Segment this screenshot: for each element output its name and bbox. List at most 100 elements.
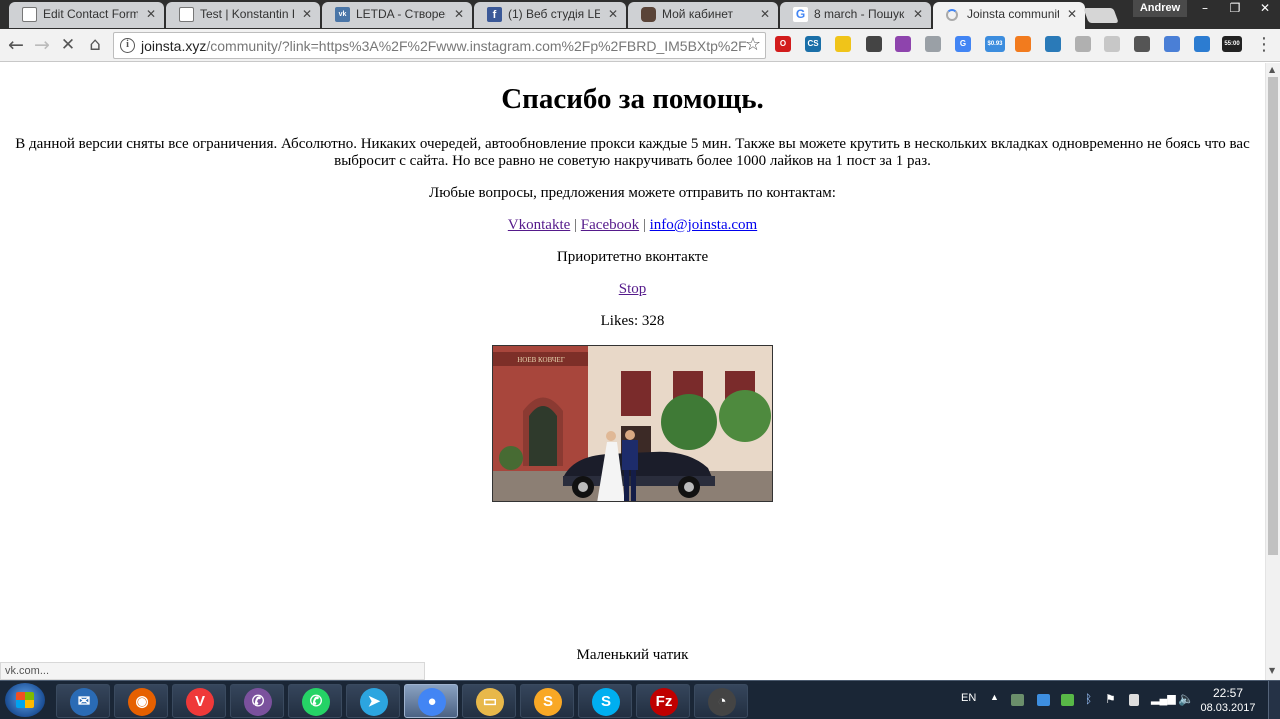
- translate-icon[interactable]: G: [955, 36, 971, 52]
- likes-count: Likes: 328: [600, 313, 665, 329]
- clock-date[interactable]: 08.03.2017: [1198, 702, 1258, 714]
- bookmark-star-icon[interactable]: ☆: [745, 34, 761, 55]
- scroll-up-arrow-icon[interactable]: ▲: [1269, 65, 1275, 74]
- tab-close-icon[interactable]: ✕: [608, 2, 618, 26]
- new-tab-button[interactable]: [1083, 8, 1119, 23]
- address-bar[interactable]: i joinsta.xyz/community/?link=https%3A%2…: [113, 32, 766, 59]
- clock-time[interactable]: 22:57: [1198, 686, 1258, 700]
- back-icon[interactable]: ←: [4, 33, 28, 57]
- menu-icon[interactable]: ⋮: [1252, 33, 1276, 57]
- stop-link[interactable]: Stop: [619, 281, 647, 297]
- notes-icon[interactable]: [1164, 36, 1180, 52]
- filezilla-icon: Fz: [650, 688, 678, 716]
- browser-tab[interactable]: Мой кабинет ✕: [628, 2, 778, 28]
- browser-tab[interactable]: Edit Contact Form ✕: [9, 2, 164, 28]
- browser-tab[interactable]: Test | Konstantin D ✕: [166, 2, 320, 28]
- taskbar-button[interactable]: ▭: [462, 684, 516, 718]
- restore-icon[interactable]: ❐: [1220, 0, 1250, 17]
- tray-app-icon[interactable]: [1061, 694, 1074, 706]
- taskbar-button[interactable]: S: [520, 684, 574, 718]
- cs-icon[interactable]: CS: [805, 36, 821, 52]
- power-icon[interactable]: [1129, 694, 1139, 706]
- tab-strip: Edit Contact Form ✕ Test | Konstantin D ✕ vk…: [0, 0, 1280, 29]
- tray-expand-icon[interactable]: ▲: [990, 692, 999, 702]
- tab-close-icon[interactable]: ✕: [1067, 2, 1077, 26]
- taskbar-button[interactable]: S: [578, 684, 632, 718]
- skype-icon: S: [592, 688, 620, 716]
- scroll-thumb[interactable]: [1268, 77, 1278, 555]
- email-link[interactable]: info@joinsta.com: [650, 217, 758, 233]
- taskbar-button[interactable]: Fz: [636, 684, 690, 718]
- stop-loading-icon[interactable]: ✕: [56, 33, 80, 57]
- start-button[interactable]: [5, 683, 45, 717]
- pdf-icon[interactable]: [1104, 36, 1120, 52]
- facebook-link[interactable]: Facebook: [581, 217, 639, 233]
- pipette-icon[interactable]: [866, 36, 882, 52]
- explorer-icon: ▭: [476, 688, 504, 716]
- opera-icon[interactable]: O: [775, 36, 791, 52]
- taskbar-button[interactable]: ✉: [56, 684, 110, 718]
- tab-close-icon[interactable]: ✕: [454, 2, 464, 26]
- tab-title: Test | Konstantin D: [200, 7, 294, 21]
- windows-logo-icon: [16, 692, 34, 708]
- taskbar-button[interactable]: ◔: [694, 684, 748, 718]
- smiley-icon[interactable]: [835, 36, 851, 52]
- home-icon[interactable]: ⌂: [83, 33, 107, 57]
- browser-tab[interactable]: G 8 march - Пошук G ✕: [780, 2, 931, 28]
- network-signal-icon[interactable]: ▂▄▆: [1151, 692, 1176, 705]
- bluetooth-icon[interactable]: ᛒ: [1085, 692, 1092, 706]
- tab-title: LETDA - Створенн: [356, 7, 446, 21]
- browser-tab[interactable]: Joinsta community ✕: [933, 2, 1085, 29]
- tab-close-icon[interactable]: ✕: [760, 2, 770, 26]
- taskbar-button[interactable]: ✆: [288, 684, 342, 718]
- url-host: joinsta.xyz: [141, 38, 207, 54]
- forward-icon[interactable]: →: [30, 33, 54, 57]
- circle-icon[interactable]: [1075, 36, 1091, 52]
- scroll-down-arrow-icon[interactable]: ▼: [1269, 666, 1275, 675]
- taskbar-button[interactable]: ➤: [346, 684, 400, 718]
- gear-icon[interactable]: [925, 36, 941, 52]
- page-title: Спасибо за помощь.: [501, 83, 764, 115]
- site-info-icon[interactable]: i: [120, 38, 135, 53]
- thunderbird-icon: ✉: [70, 688, 98, 716]
- feather-icon[interactable]: [895, 36, 911, 52]
- action-center-flag-icon[interactable]: ⚑: [1105, 692, 1116, 706]
- tray-app-icon[interactable]: [1011, 694, 1024, 706]
- dropbox-icon[interactable]: [1037, 694, 1050, 706]
- taskbar-button[interactable]: V: [172, 684, 226, 718]
- vkontakte-link[interactable]: Vkontakte: [508, 217, 570, 233]
- show-desktop-button[interactable]: [1268, 681, 1280, 719]
- photo-sign-text: НОЕВ КОВЧЕГ: [517, 356, 565, 364]
- url-text[interactable]: joinsta.xyz/community/?link=https%3A%2F%…: [141, 38, 747, 54]
- taskbar-button[interactable]: ◉: [114, 684, 168, 718]
- vertical-scrollbar[interactable]: ▲ ▼: [1265, 63, 1280, 680]
- tab-close-icon[interactable]: ✕: [302, 2, 312, 26]
- tab-title: (1) Веб студія LETD: [508, 7, 600, 21]
- timer-icon[interactable]: 55:00: [1222, 36, 1242, 52]
- tv-icon[interactable]: [1194, 36, 1210, 52]
- priority-text: Приоритетно вконтакте: [556, 249, 709, 265]
- profile-button[interactable]: Andrew: [1133, 0, 1187, 17]
- screenshot-icon[interactable]: [1045, 36, 1061, 52]
- price-icon[interactable]: $0.93: [985, 36, 1005, 52]
- viber-icon: ✆: [244, 688, 272, 716]
- browser-tab[interactable]: f (1) Веб студія LETD ✕: [474, 2, 626, 28]
- grid-icon[interactable]: [1015, 36, 1031, 52]
- close-window-icon[interactable]: ✕: [1250, 0, 1280, 17]
- link-separator: |: [639, 217, 650, 233]
- page-viewport: Спасибо за помощь. В данной версии сняты…: [0, 63, 1265, 680]
- loading-icon: [946, 9, 958, 21]
- camera-icon[interactable]: [1134, 36, 1150, 52]
- taskbar-button[interactable]: ●: [404, 684, 458, 718]
- language-indicator[interactable]: EN: [961, 692, 976, 704]
- tab-title: 8 march - Пошук G: [814, 7, 905, 21]
- taskbar-button[interactable]: ✆: [230, 684, 284, 718]
- tab-close-icon[interactable]: ✕: [146, 2, 156, 26]
- instagram-post-photo: НОЕВ КОВЧЕГ: [492, 345, 773, 502]
- tab-close-icon[interactable]: ✕: [913, 2, 923, 26]
- minimize-icon[interactable]: –: [1190, 0, 1220, 17]
- speedometer-icon: ◔: [708, 688, 736, 716]
- volume-icon[interactable]: 🔈: [1178, 691, 1194, 707]
- browser-tab[interactable]: vk LETDA - Створенн ✕: [322, 2, 472, 28]
- document-icon: [179, 7, 194, 22]
